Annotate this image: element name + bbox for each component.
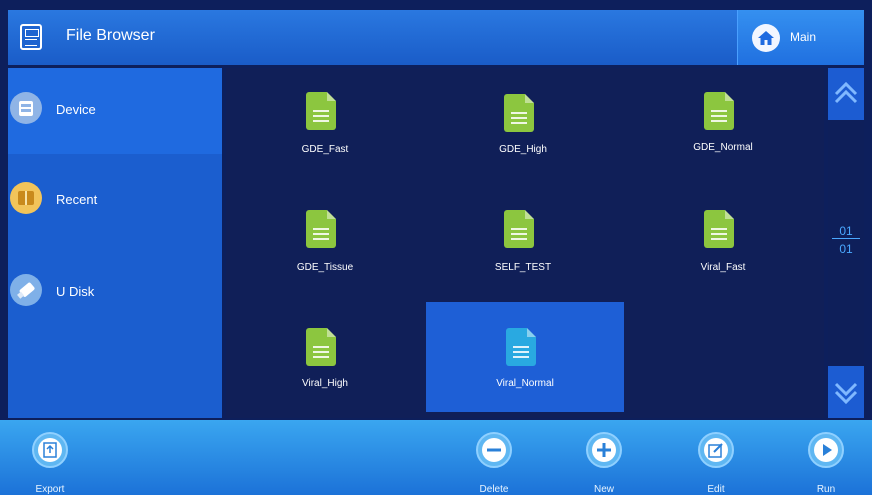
page-down-button[interactable] xyxy=(828,366,864,418)
delete-label: Delete xyxy=(479,484,509,495)
file-browser-icon xyxy=(20,24,42,50)
pager: 01 01 xyxy=(828,68,864,418)
file-item[interactable]: Viral_High xyxy=(226,302,424,412)
sidebar-item-label: Device xyxy=(56,102,96,117)
file-icon xyxy=(504,94,534,132)
file-name: GDE_High xyxy=(499,144,547,155)
file-grid: GDE_Fast GDE_High GDE_Normal GDE_Tissue … xyxy=(226,68,824,418)
file-icon xyxy=(704,210,734,248)
edit-label: Edit xyxy=(707,484,725,495)
new-label: New xyxy=(593,484,614,495)
file-name: GDE_Tissue xyxy=(296,262,354,273)
plus-icon xyxy=(586,432,622,468)
main-label: Main xyxy=(790,30,817,44)
file-item[interactable]: Viral_Fast xyxy=(624,186,822,296)
usb-disk-icon xyxy=(10,274,42,306)
file-item[interactable]: GDE_High xyxy=(424,68,622,178)
export-button[interactable]: Export xyxy=(18,428,78,495)
app-title: File Browser xyxy=(66,27,155,44)
edit-icon xyxy=(698,432,734,468)
sidebar: Device Recent U Disk xyxy=(8,68,222,418)
file-item[interactable]: GDE_Tissue xyxy=(226,186,424,296)
file-name: Viral_Fast xyxy=(700,262,746,273)
file-item[interactable]: GDE_Normal xyxy=(624,68,822,178)
file-item[interactable]: SELF_TEST xyxy=(424,186,622,296)
play-icon xyxy=(808,432,844,468)
footer-toolbar: Export Delete New Edit Run xyxy=(0,420,872,495)
file-item-selected[interactable]: Viral_Normal xyxy=(426,302,624,412)
run-button[interactable]: Run xyxy=(794,428,854,495)
file-icon xyxy=(504,210,534,248)
file-name: Viral_Normal xyxy=(496,378,554,389)
sidebar-item-recent[interactable]: Recent xyxy=(8,164,222,250)
delete-button[interactable]: Delete xyxy=(462,428,522,495)
edit-button[interactable]: Edit xyxy=(684,428,744,495)
home-icon xyxy=(752,24,780,52)
file-item[interactable]: GDE_Fast xyxy=(226,68,424,178)
title-bar: File Browser Main xyxy=(8,10,864,65)
device-icon xyxy=(10,92,42,124)
file-icon xyxy=(306,92,336,130)
sidebar-item-label: U Disk xyxy=(56,284,95,299)
file-icon xyxy=(306,210,336,248)
recent-icon xyxy=(10,182,42,214)
file-icon xyxy=(306,328,336,366)
minus-icon xyxy=(476,432,512,468)
file-icon xyxy=(704,92,734,130)
sidebar-item-u-disk[interactable]: U Disk xyxy=(8,252,222,338)
current-page: 01 xyxy=(839,224,853,238)
file-name: GDE_Normal xyxy=(693,142,753,153)
sidebar-item-label: Recent xyxy=(56,192,98,207)
chevron-up-icon xyxy=(834,81,858,104)
run-label: Run xyxy=(816,484,836,495)
page-up-button[interactable] xyxy=(828,68,864,120)
new-button[interactable]: New xyxy=(572,428,632,495)
export-icon xyxy=(32,432,68,468)
file-icon xyxy=(506,328,536,366)
file-name: GDE_Fast xyxy=(301,144,349,155)
export-label: Export xyxy=(35,484,65,495)
file-name: Viral_High xyxy=(302,378,348,389)
chevron-down-icon xyxy=(834,382,858,405)
screen: File Browser Main Device Recent U Disk G… xyxy=(0,0,872,495)
main-button[interactable]: Main xyxy=(737,10,864,65)
file-name: SELF_TEST xyxy=(494,262,552,273)
sidebar-item-device[interactable]: Device xyxy=(8,68,222,154)
page-divider xyxy=(832,238,860,239)
total-pages: 01 xyxy=(839,242,853,256)
